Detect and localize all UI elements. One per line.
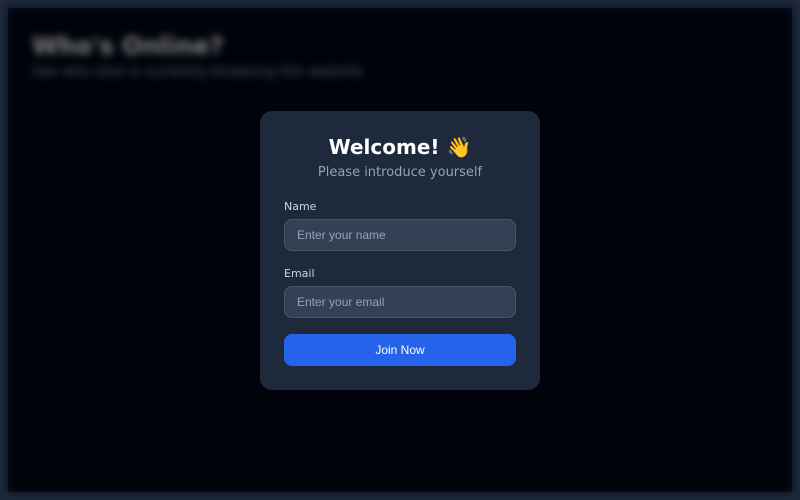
join-now-button[interactable]: Join Now <box>284 334 516 366</box>
modal-subtitle: Please introduce yourself <box>284 165 516 180</box>
modal-title: Welcome! 👋 <box>284 135 516 159</box>
name-field-group: Name <box>284 200 516 251</box>
email-input[interactable] <box>284 286 516 318</box>
email-label: Email <box>284 267 516 280</box>
name-label: Name <box>284 200 516 213</box>
name-input[interactable] <box>284 219 516 251</box>
modal-overlay: Welcome! 👋 Please introduce yourself Nam… <box>8 8 792 492</box>
modal-header: Welcome! 👋 Please introduce yourself <box>284 135 516 180</box>
email-field-group: Email <box>284 267 516 318</box>
welcome-modal: Welcome! 👋 Please introduce yourself Nam… <box>260 111 540 390</box>
intro-form: Name Email Join Now <box>284 200 516 366</box>
